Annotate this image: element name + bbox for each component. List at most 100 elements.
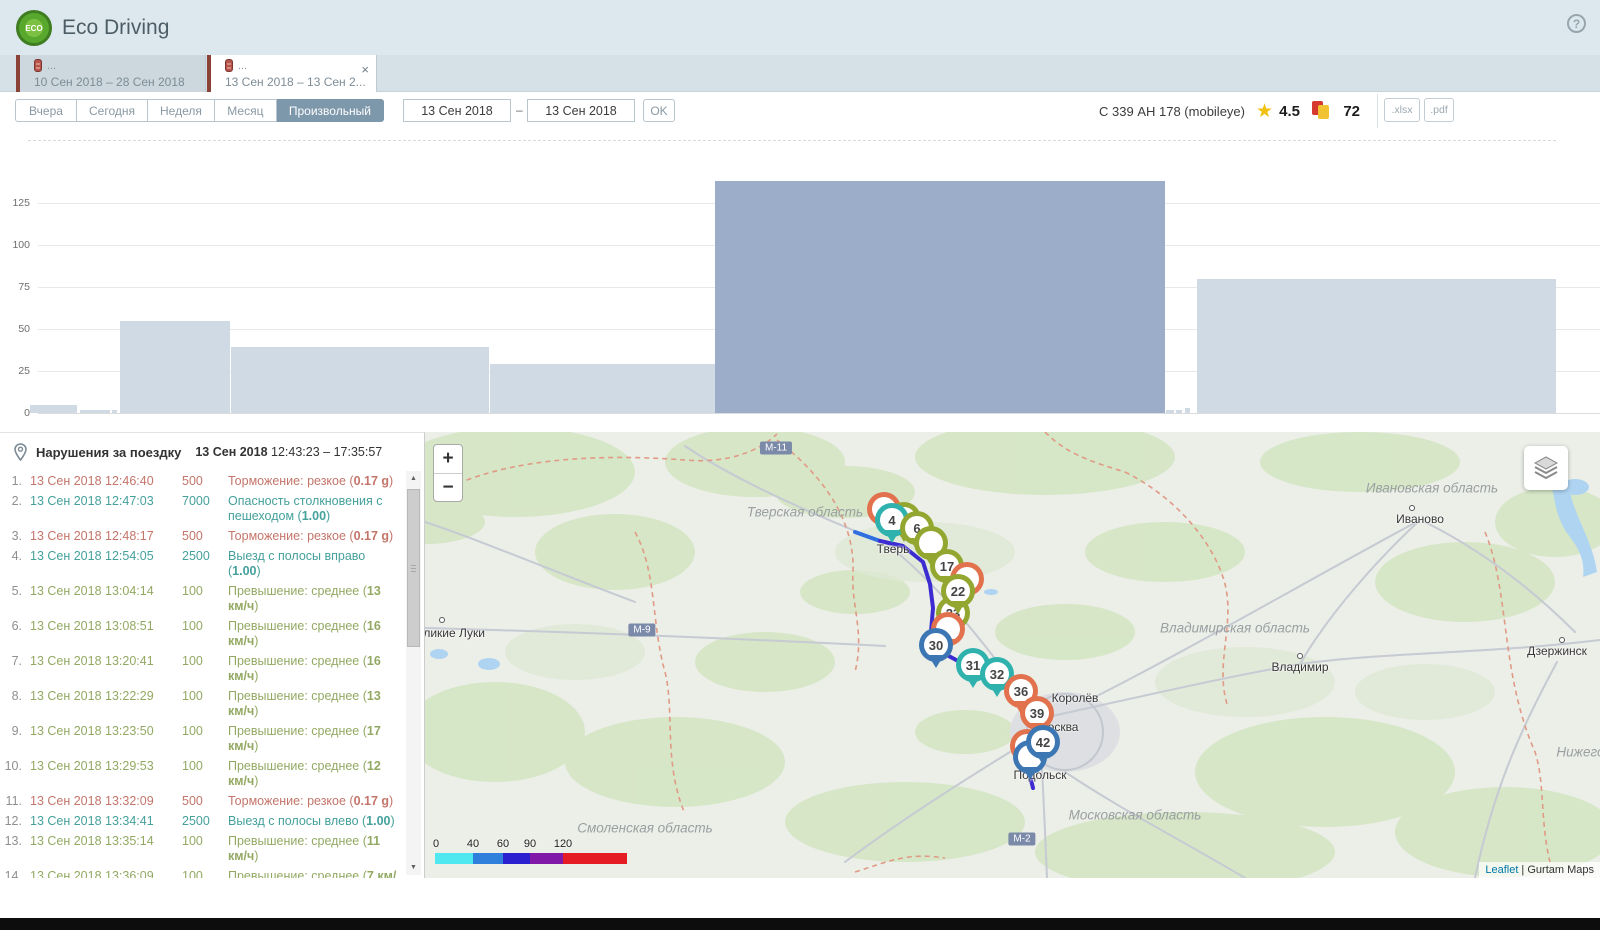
- violation-row[interactable]: 9.13 Сен 2018 13:23:50100Превышение: сре…: [0, 721, 404, 756]
- violation-row[interactable]: 5.13 Сен 2018 13:04:14100Превышение: сре…: [0, 581, 404, 616]
- chart-bar[interactable]: [1185, 408, 1190, 413]
- violation-description: Превышение: среднее (16 км/ч): [228, 619, 404, 649]
- violation-description: Превышение: среднее (13 км/ч): [228, 584, 404, 614]
- zoom-out-button[interactable]: −: [434, 473, 462, 501]
- chart-bar[interactable]: [80, 410, 104, 413]
- trips-penalty-chart[interactable]: 0255075100125: [0, 130, 1600, 432]
- violation-datetime: 13 Сен 2018 13:36:09: [30, 869, 182, 879]
- violation-description: Торможение: резкое (0.17 g): [228, 794, 404, 809]
- vehicle-icon: [34, 59, 42, 72]
- map-marker-42[interactable]: 42: [1026, 725, 1060, 759]
- map-marker-30[interactable]: 30: [919, 628, 953, 662]
- speed-tick-label: 60: [497, 838, 509, 850]
- chart-ytick-label: 100: [0, 239, 30, 251]
- violation-row[interactable]: 4.13 Сен 2018 12:54:052500Выезд с полосы…: [0, 546, 404, 581]
- chart-bar[interactable]: [120, 321, 230, 413]
- range-button-5[interactable]: Произвольный: [277, 99, 384, 122]
- violation-row[interactable]: 7.13 Сен 2018 13:20:41100Превышение: сре…: [0, 651, 404, 686]
- scroll-down-icon[interactable]: ▼: [406, 860, 421, 875]
- region-label: Тверская область: [747, 505, 863, 520]
- export-xlsx-button[interactable]: .xlsx: [1384, 98, 1420, 122]
- chart-bar[interactable]: [30, 405, 77, 413]
- map-marker-22[interactable]: 22: [941, 574, 975, 608]
- export-pdf-button[interactable]: .pdf: [1424, 98, 1454, 122]
- chart-bar[interactable]: [1176, 410, 1182, 413]
- chart-bar[interactable]: [1166, 410, 1174, 413]
- tab-report-2[interactable]: ... 13 Сен 2018 – 13 Сен 2... ×: [207, 55, 377, 92]
- scrollbar-thumb[interactable]: [407, 489, 420, 647]
- violation-number: 2.: [0, 494, 30, 509]
- violation-row[interactable]: 1.13 Сен 2018 12:46:40500Торможение: рез…: [0, 471, 404, 491]
- chart-bar[interactable]: [112, 410, 117, 413]
- violation-datetime: 13 Сен 2018 13:08:51: [30, 619, 182, 634]
- range-button-2[interactable]: Сегодня: [77, 99, 148, 122]
- map-zoom-control: + −: [433, 444, 463, 502]
- region-label: Нижегородская область: [1556, 745, 1600, 760]
- violation-row[interactable]: 11.13 Сен 2018 13:32:09500Торможение: ре…: [0, 791, 404, 811]
- chart-bar[interactable]: [1197, 279, 1556, 413]
- violation-number: 11.: [0, 794, 30, 809]
- violation-row[interactable]: 6.13 Сен 2018 13:08:51100Превышение: сре…: [0, 616, 404, 651]
- bottom-gap: [0, 878, 1600, 918]
- layers-icon: [1533, 455, 1559, 481]
- chart-bar-selected[interactable]: [715, 181, 1165, 413]
- violation-number: 4.: [0, 549, 30, 564]
- violation-datetime: 13 Сен 2018 13:29:53: [30, 759, 182, 774]
- violation-row[interactable]: 12.13 Сен 2018 13:34:412500Выезд с полос…: [0, 811, 404, 831]
- region-label: Ивановская область: [1366, 481, 1498, 496]
- speed-tick-label: 40: [467, 838, 479, 850]
- violation-row[interactable]: 3.13 Сен 2018 12:48:17500Торможение: рез…: [0, 526, 404, 546]
- violation-row[interactable]: 13.13 Сен 2018 13:35:14100Превышение: ср…: [0, 831, 404, 866]
- speed-legend-segment: [473, 853, 503, 864]
- scroll-up-icon[interactable]: ▲: [406, 471, 421, 486]
- unit-color-strip: [207, 55, 211, 92]
- chart-ytick-label: 75: [0, 281, 30, 293]
- speed-tick-label: 120: [554, 838, 572, 850]
- violation-number: 6.: [0, 619, 30, 634]
- violation-penalty-value: 500: [182, 529, 228, 544]
- range-button-1[interactable]: Вчера: [15, 99, 77, 122]
- chart-ytick-label: 25: [0, 365, 30, 377]
- city-dot: [439, 617, 445, 623]
- route-map[interactable]: Тверская область Ивановская область Владим…: [425, 432, 1600, 878]
- violation-number: 1.: [0, 474, 30, 489]
- violation-row[interactable]: 14.13 Сен 2018 13:36:09100Превышение: ср…: [0, 866, 404, 878]
- toolbar: ВчераСегодняНеделяМесяцПроизвольный 13 С…: [0, 92, 1600, 130]
- date-separator: –: [516, 103, 523, 117]
- violation-row[interactable]: 8.13 Сен 2018 13:22:29100Превышение: сре…: [0, 686, 404, 721]
- range-button-3[interactable]: Неделя: [148, 99, 215, 122]
- violations-scrollbar[interactable]: ▲ ▼: [406, 471, 421, 875]
- violation-penalty-value: 100: [182, 689, 228, 704]
- rating-value: 4.5: [1279, 103, 1300, 120]
- city-label: Владимир: [1271, 660, 1328, 674]
- map-pin-icon: [14, 443, 27, 461]
- tab-bar: ... 10 Сен 2018 – 28 Сен 2018 ... 13 Сен…: [0, 55, 1600, 92]
- chart-bar[interactable]: [231, 347, 489, 413]
- violation-penalty-value: 2500: [182, 814, 228, 829]
- region-label: Московская область: [1069, 808, 1202, 823]
- close-tab-icon[interactable]: ×: [361, 65, 369, 75]
- ok-button[interactable]: OK: [643, 99, 675, 122]
- marker-number: 42: [1031, 730, 1055, 754]
- date-from-input[interactable]: 13 Сен 2018: [403, 99, 511, 122]
- violation-description: Превышение: среднее (7 км/ч): [228, 869, 404, 879]
- city-label: Дзержинск: [1527, 644, 1587, 658]
- violation-row[interactable]: 10.13 Сен 2018 13:29:53100Превышение: ср…: [0, 756, 404, 791]
- range-button-4[interactable]: Месяц: [215, 99, 277, 122]
- violation-datetime: 13 Сен 2018 12:48:17: [30, 529, 182, 544]
- map-layers-button[interactable]: [1524, 446, 1568, 490]
- help-icon[interactable]: ?: [1567, 14, 1586, 33]
- zoom-in-button[interactable]: +: [434, 445, 462, 473]
- chart-bar[interactable]: [104, 410, 110, 413]
- violation-penalty-value: 100: [182, 869, 228, 879]
- tab-report-1[interactable]: ... 10 Сен 2018 – 28 Сен 2018: [16, 55, 206, 92]
- chart-bar[interactable]: [490, 364, 715, 413]
- violation-description: Опасность столкновения с пешеходом (1.00…: [228, 494, 404, 524]
- violation-description: Торможение: резкое (0.17 g): [228, 474, 404, 489]
- violation-number: 14.: [0, 869, 30, 879]
- date-to-input[interactable]: 13 Сен 2018: [527, 99, 635, 122]
- speed-tick-label: 90: [524, 838, 536, 850]
- violation-row[interactable]: 2.13 Сен 2018 12:47:037000Опасность стол…: [0, 491, 404, 526]
- toolbar-divider: [1377, 94, 1378, 128]
- leaflet-link[interactable]: Leaflet: [1485, 864, 1518, 876]
